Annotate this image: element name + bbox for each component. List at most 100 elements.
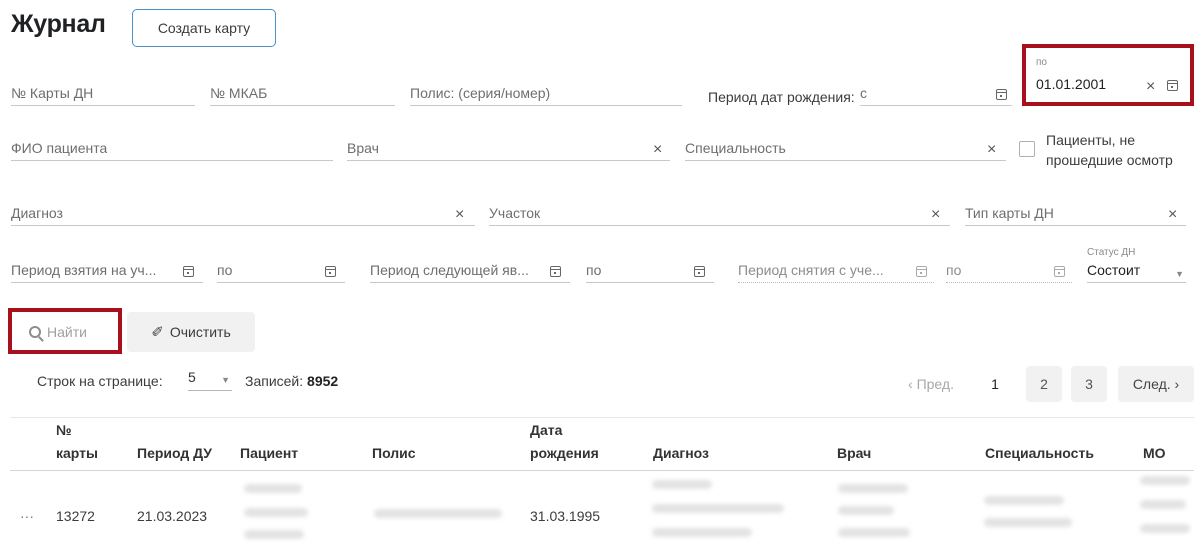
find-button[interactable]: Найти — [13, 314, 117, 350]
col-mo[interactable]: МО — [1143, 442, 1166, 465]
calendar-icon[interactable] — [694, 266, 705, 277]
blurred-diagnosis — [652, 480, 712, 489]
specialty-placeholder: Специальность — [685, 140, 786, 156]
birth-from-placeholder: с — [860, 85, 867, 101]
prev-page-button[interactable]: ‹ Пред. — [892, 366, 970, 402]
col-birth-date-line2: рождения — [530, 445, 599, 461]
clear-icon[interactable]: × — [987, 142, 996, 158]
blurred-mo — [1140, 500, 1186, 509]
status-value: Состоит — [1087, 262, 1141, 278]
birth-to-value: 01.01.2001 — [1036, 76, 1107, 92]
doctor-field[interactable]: Врач × — [347, 137, 670, 161]
calendar-icon[interactable] — [325, 266, 336, 277]
policy-placeholder: Полис: (серия/номер) — [410, 85, 551, 101]
not-examined-label-line2: прошедшие осмотр — [1046, 152, 1173, 168]
rows-per-page-label: Строк на странице: — [37, 373, 163, 389]
birth-from-field[interactable]: с — [860, 82, 1012, 106]
registration-period-field[interactable]: Период взятия на уч... — [11, 259, 203, 283]
find-button-label: Найти — [47, 324, 87, 340]
deregistration-to-placeholder: по — [946, 262, 962, 278]
clear-button[interactable]: ✐ Очистить — [127, 312, 255, 352]
deregistration-to-field[interactable]: по — [946, 259, 1072, 283]
rows-per-page-value: 5 — [188, 369, 196, 385]
records-count: Записей: 8952 — [245, 373, 338, 389]
col-birth-date[interactable]: Дата рождения — [530, 419, 599, 465]
calendar-icon[interactable] — [1054, 266, 1065, 277]
col-specialty[interactable]: Специальность — [985, 442, 1094, 465]
blurred-diagnosis — [652, 528, 752, 537]
next-visit-period-placeholder: Период следующей яв... — [370, 262, 529, 278]
specialty-field[interactable]: Специальность × — [685, 137, 1006, 161]
clear-icon[interactable]: × — [1168, 207, 1177, 223]
next-page-button[interactable]: След. › — [1118, 366, 1194, 402]
row-menu-icon[interactable]: ··· — [20, 508, 34, 524]
calendar-icon[interactable] — [996, 89, 1007, 100]
blurred-doctor — [838, 528, 910, 537]
col-card-no-line1: № — [56, 422, 72, 438]
birth-to-field[interactable]: 01.01.2001 × — [1036, 72, 1186, 96]
blurred-specialty — [984, 518, 1072, 527]
patient-name-placeholder: ФИО пациента — [11, 140, 108, 156]
next-visit-to-placeholder: по — [586, 262, 602, 278]
not-examined-checkbox[interactable] — [1019, 141, 1035, 157]
row-card-no: 13272 — [56, 508, 95, 524]
status-label: Статус ДН — [1087, 247, 1136, 258]
birth-period-label: Период дат рождения: — [708, 89, 855, 105]
blurred-patient — [244, 530, 304, 539]
doctor-placeholder: Врач — [347, 140, 379, 156]
clear-icon[interactable]: × — [1146, 79, 1155, 95]
policy-field[interactable]: Полис: (серия/номер) — [410, 82, 682, 106]
col-period[interactable]: Период ДУ — [137, 442, 212, 465]
chevron-down-icon: ▼ — [1175, 269, 1184, 279]
table-top-divider — [10, 417, 1194, 418]
blurred-patient — [244, 508, 308, 517]
page-2-button[interactable]: 2 — [1026, 366, 1062, 402]
blurred-mo — [1140, 476, 1190, 485]
col-birth-date-line1: Дата — [530, 422, 563, 438]
registration-period-placeholder: Период взятия на уч... — [11, 262, 157, 278]
calendar-icon[interactable] — [916, 266, 927, 277]
mkab-field[interactable]: № МКАБ — [210, 82, 395, 106]
clear-icon[interactable]: × — [931, 207, 940, 223]
card-dn-field[interactable]: № Карты ДН — [11, 82, 195, 106]
not-examined-label-line1: Пациенты, не — [1046, 132, 1135, 148]
page-title: Журнал — [11, 10, 106, 38]
col-card-no[interactable]: № карты — [56, 419, 98, 465]
calendar-icon[interactable] — [1167, 80, 1178, 91]
broom-icon: ✐ — [151, 324, 164, 341]
blurred-doctor — [838, 506, 894, 515]
next-visit-to-field[interactable]: по — [586, 259, 714, 283]
diagnosis-placeholder: Диагноз — [11, 205, 63, 221]
col-diagnosis[interactable]: Диагноз — [653, 442, 709, 465]
patient-name-field[interactable]: ФИО пациента — [11, 137, 333, 161]
col-doctor[interactable]: Врач — [837, 442, 871, 465]
clear-icon[interactable]: × — [653, 142, 662, 158]
registration-to-placeholder: по — [217, 262, 233, 278]
clear-icon[interactable]: × — [455, 207, 464, 223]
clear-button-label: Очистить — [169, 324, 231, 340]
diagnosis-field[interactable]: Диагноз × — [11, 202, 475, 226]
card-dn-placeholder: № Карты ДН — [11, 85, 94, 101]
blurred-diagnosis — [652, 504, 784, 513]
row-period: 21.03.2023 — [137, 508, 208, 524]
mkab-placeholder: № МКАБ — [210, 85, 268, 101]
col-policy[interactable]: Полис — [372, 442, 416, 465]
district-field[interactable]: Участок × — [489, 202, 950, 226]
page-3-button[interactable]: 3 — [1071, 366, 1107, 402]
rows-per-page-select[interactable]: 5 ▼ — [188, 369, 232, 391]
card-type-field[interactable]: Тип карты ДН × — [965, 202, 1186, 226]
col-patient[interactable]: Пациент — [240, 442, 298, 465]
create-card-button[interactable]: Создать карту — [132, 9, 276, 47]
deregistration-period-field[interactable]: Период снятия с уче... — [738, 259, 934, 283]
calendar-icon[interactable] — [183, 266, 194, 277]
search-icon — [29, 326, 41, 338]
status-select[interactable]: Состоит ▼ — [1087, 259, 1186, 283]
next-visit-period-field[interactable]: Период следующей яв... — [370, 259, 570, 283]
blurred-policy — [374, 509, 502, 518]
page-1-button[interactable]: 1 — [980, 366, 1010, 402]
records-label: Записей: — [245, 373, 304, 389]
blurred-patient — [244, 484, 302, 493]
registration-to-field[interactable]: по — [217, 259, 345, 283]
calendar-icon[interactable] — [550, 266, 561, 277]
row-birth-date: 31.03.1995 — [530, 508, 601, 524]
